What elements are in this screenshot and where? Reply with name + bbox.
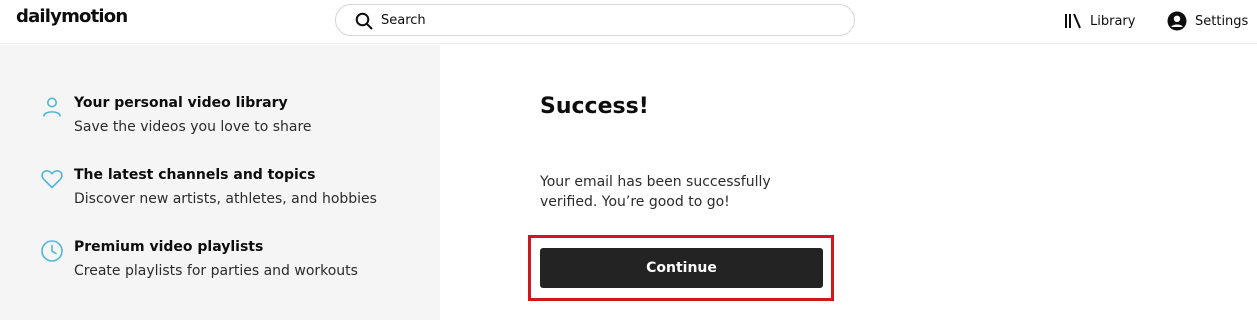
library-link[interactable]: Library <box>1064 10 1135 32</box>
feature-title: Premium video playlists <box>74 239 264 255</box>
clock-icon <box>41 240 63 262</box>
settings-label: Settings <box>1195 13 1249 29</box>
feature-description: Save the videos you love to share <box>74 119 312 135</box>
success-message: Your email has been successfully verifie… <box>540 174 771 210</box>
heart-icon <box>41 170 63 189</box>
user-avatar-icon <box>1167 11 1187 31</box>
top-header: dailymotion Search Library Settings <box>0 0 1257 44</box>
feature-title: Your personal video library <box>74 95 288 111</box>
search-icon <box>355 12 373 30</box>
search-bar[interactable]: Search <box>335 4 855 36</box>
settings-link[interactable]: Settings <box>1167 10 1248 32</box>
search-placeholder: Search <box>381 13 426 28</box>
page-title: Success! <box>540 94 649 119</box>
dailymotion-logo[interactable]: dailymotion <box>16 6 128 27</box>
feature-description: Create playlists for parties and workout… <box>74 263 358 279</box>
feature-title: The latest channels and topics <box>74 167 316 183</box>
library-label: Library <box>1090 13 1136 29</box>
benefits-panel: Your personal video library Save the vid… <box>0 45 440 320</box>
person-icon <box>43 97 61 117</box>
continue-button[interactable]: Continue <box>540 248 823 288</box>
feature-description: Discover new artists, athletes, and hobb… <box>74 191 377 207</box>
library-icon <box>1065 13 1081 29</box>
